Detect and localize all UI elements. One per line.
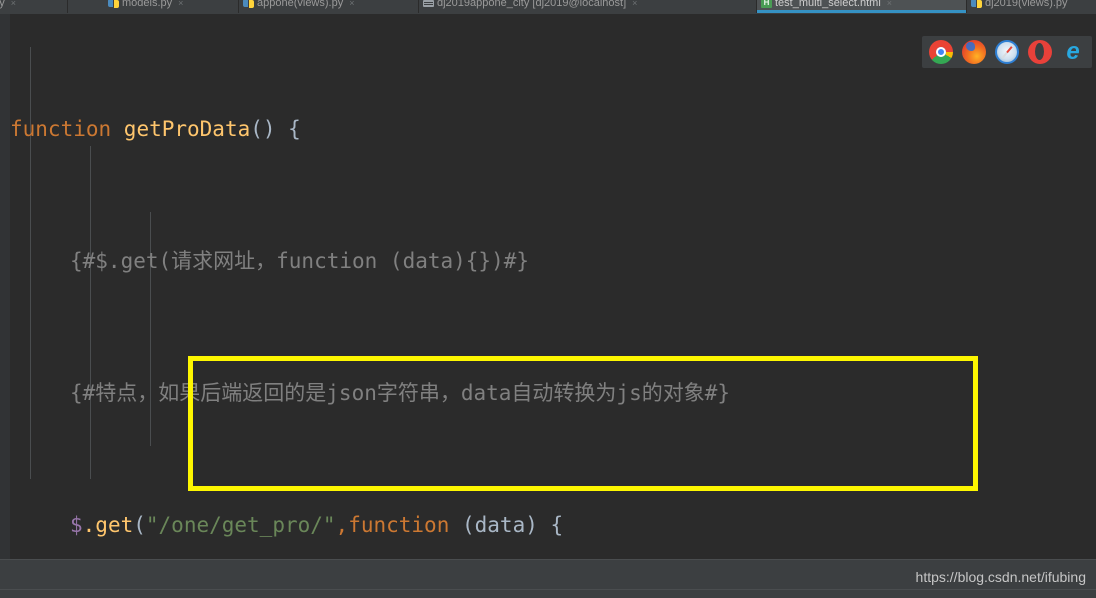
tab-appone-views-py[interactable]: appone(views).py ×: [239, 0, 419, 13]
token-parens: (): [250, 117, 276, 141]
ide-window: gsi.py × models.py × appone(views).py × …: [0, 0, 1096, 598]
firefox-browser-icon[interactable]: [962, 40, 986, 64]
browser-launch-bar: e: [922, 36, 1092, 68]
token-brace: {: [537, 513, 564, 537]
token-comment: {#特点，如果后端返回的是json字符串，data自动转换为js的对象#}: [70, 381, 731, 405]
status-bar: https://blog.csdn.net/ifubing: [0, 559, 1096, 598]
html-file-icon: [761, 0, 772, 9]
tab-label: dj2019(views).py: [985, 0, 1068, 9]
code-line-4: $.get("/one/get_pro/",function (data) {: [10, 509, 850, 542]
close-icon[interactable]: ×: [11, 0, 16, 13]
token-keyword-function: function: [10, 117, 124, 141]
ie-browser-icon[interactable]: e: [1061, 40, 1085, 64]
code-editor[interactable]: function getProData() { {#$.get(请求网址，fun…: [0, 14, 1096, 559]
editor-tab-bar: gsi.py × models.py × appone(views).py × …: [0, 0, 1096, 14]
token-brace: {: [275, 117, 301, 141]
code-line-1: function getProData() {: [10, 113, 850, 146]
code-line-3: {#特点，如果后端返回的是json字符串，data自动转换为js的对象#}: [10, 377, 850, 410]
chrome-browser-icon[interactable]: [929, 40, 953, 64]
safari-browser-icon[interactable]: [995, 40, 1019, 64]
close-icon[interactable]: ×: [632, 0, 637, 13]
tab-label: gsi.py: [0, 0, 5, 9]
token-comment: {#$.get(请求网址，function (data){})#}: [70, 249, 530, 273]
close-icon[interactable]: ×: [349, 0, 354, 13]
code-line-2: {#$.get(请求网址，function (data){})#}: [10, 245, 850, 278]
tab-label: dj2019appone_city [dj2019@localhost]: [437, 0, 627, 9]
token-keyword-function: function: [348, 513, 450, 537]
python-file-icon: [108, 0, 119, 9]
tab-label: appone(views).py: [257, 0, 344, 9]
watermark-url: https://blog.csdn.net/ifubing: [915, 569, 1086, 585]
token-comma: ,: [335, 513, 349, 537]
token-jquery-dollar: $: [70, 513, 83, 537]
python-file-icon: [971, 0, 982, 9]
opera-browser-icon[interactable]: [1028, 40, 1052, 64]
close-icon[interactable]: ×: [178, 0, 183, 13]
token-string-url: "/one/get_pro/": [145, 513, 336, 537]
python-file-icon: [243, 0, 254, 9]
status-bar-divider: [0, 589, 1096, 590]
code-content[interactable]: function getProData() { {#$.get(请求网址，fun…: [10, 14, 850, 559]
token-paren: (: [133, 513, 146, 537]
editor-gutter[interactable]: [0, 14, 10, 559]
tab-dj2019appone-city[interactable]: dj2019appone_city [dj2019@localhost] ×: [419, 0, 757, 13]
token-method-get: .get: [82, 513, 134, 537]
token-function-name: getProData: [123, 117, 251, 141]
tab-models-py[interactable]: models.py ×: [104, 0, 239, 13]
close-icon[interactable]: ×: [887, 0, 892, 13]
tab-dj2019-views-py[interactable]: dj2019(views).py: [967, 0, 1096, 13]
tab-test-multi-select-html[interactable]: test_multi_select.html ×: [757, 0, 967, 13]
tab-label: models.py: [122, 0, 173, 9]
database-table-icon: [423, 0, 434, 9]
tab-label: test_multi_select.html: [775, 0, 881, 9]
tab-gsi-py[interactable]: gsi.py ×: [0, 0, 68, 13]
token-args: (data): [449, 513, 538, 537]
